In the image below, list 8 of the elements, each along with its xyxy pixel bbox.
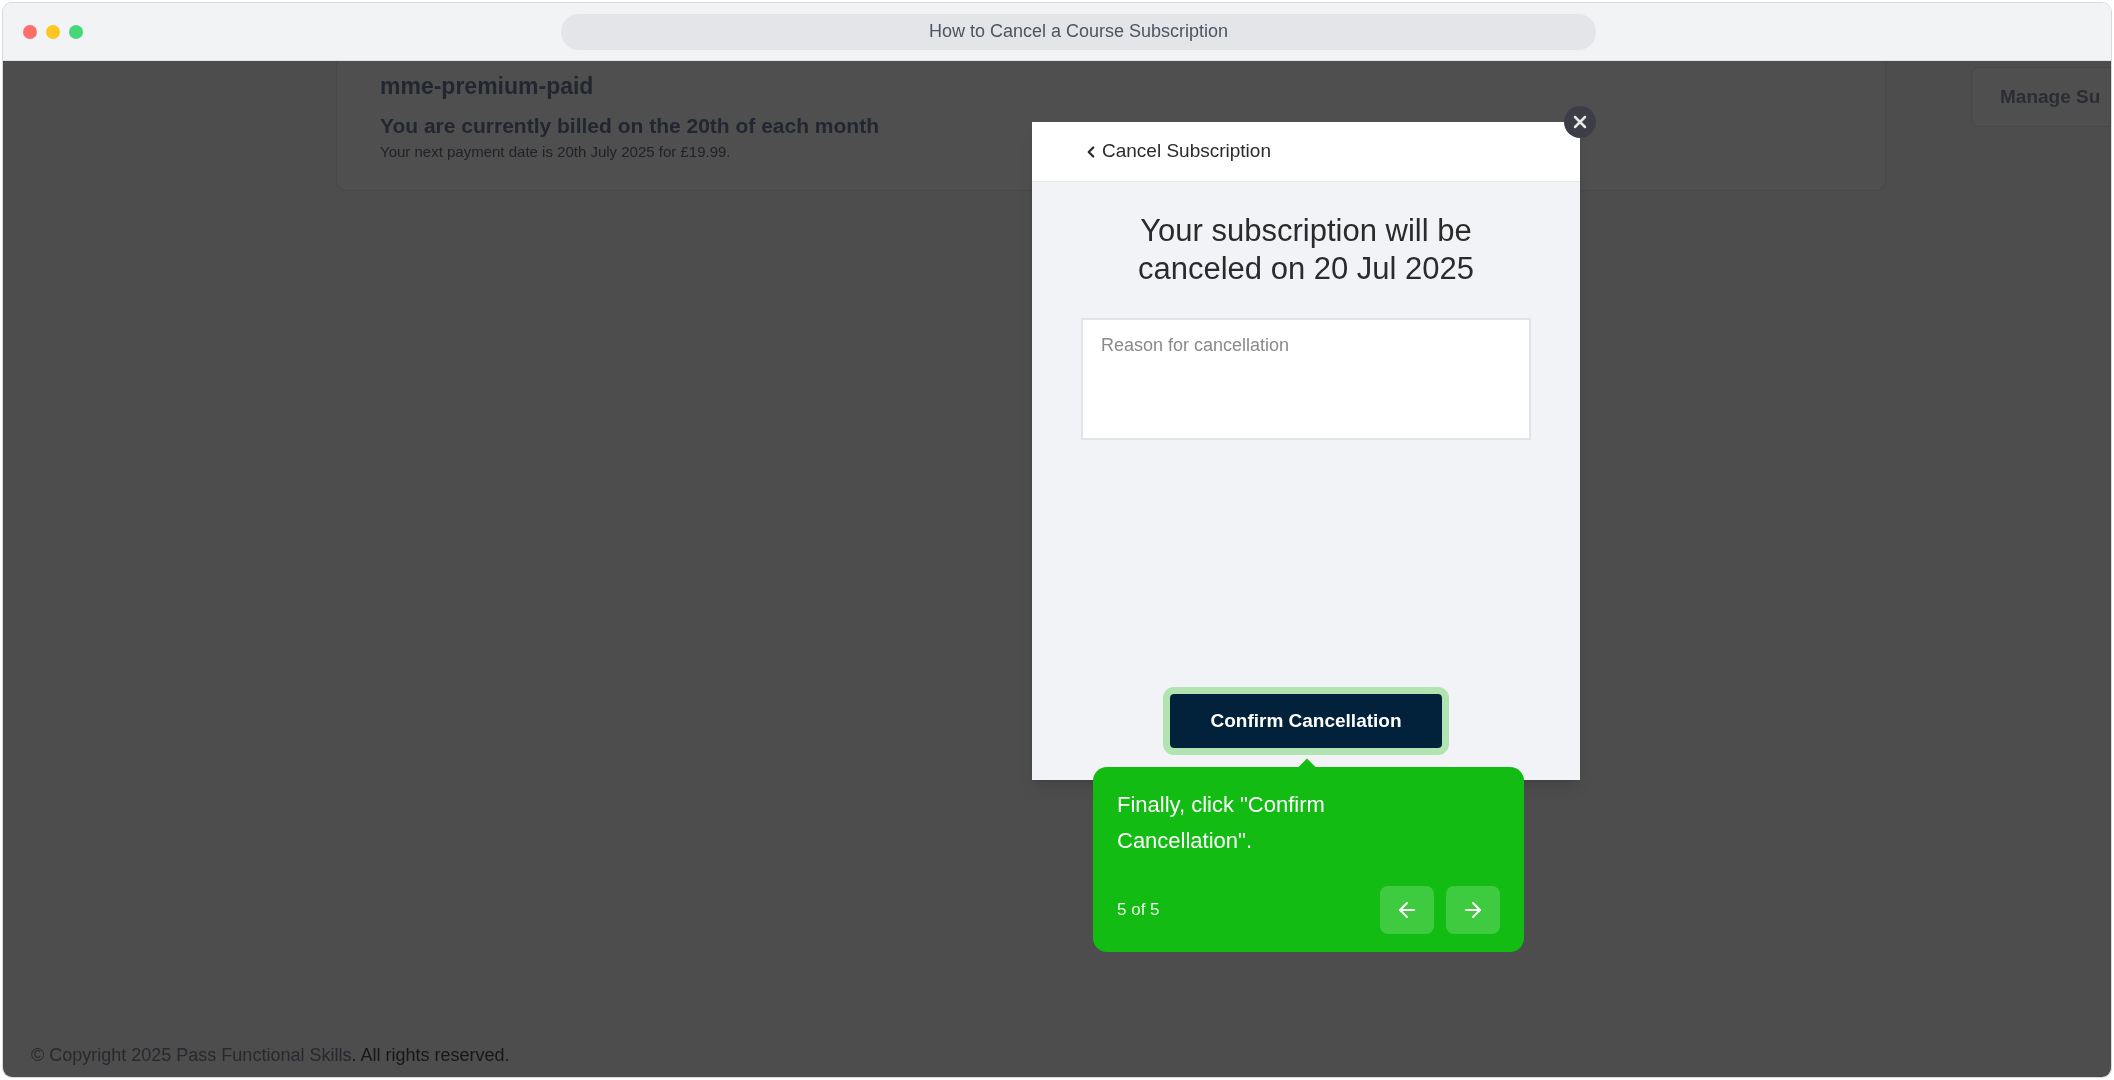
cancel-date-heading: Your subscription will be canceled on 20 Jul 2025 (1136, 212, 1476, 288)
back-link[interactable]: Cancel Subscription (1082, 137, 1271, 166)
window-title: How to Cancel a Course Subscription (928, 20, 1229, 43)
next-step-button[interactable] (1446, 886, 1500, 934)
previous-step-button[interactable] (1380, 886, 1434, 934)
tooltip-text: Finally, click "Confirm Cancellation". (1117, 791, 1326, 855)
reason-field[interactable]: Reason for cancellation (1081, 318, 1531, 440)
step-counter: 5 of 5 (1117, 899, 1160, 922)
